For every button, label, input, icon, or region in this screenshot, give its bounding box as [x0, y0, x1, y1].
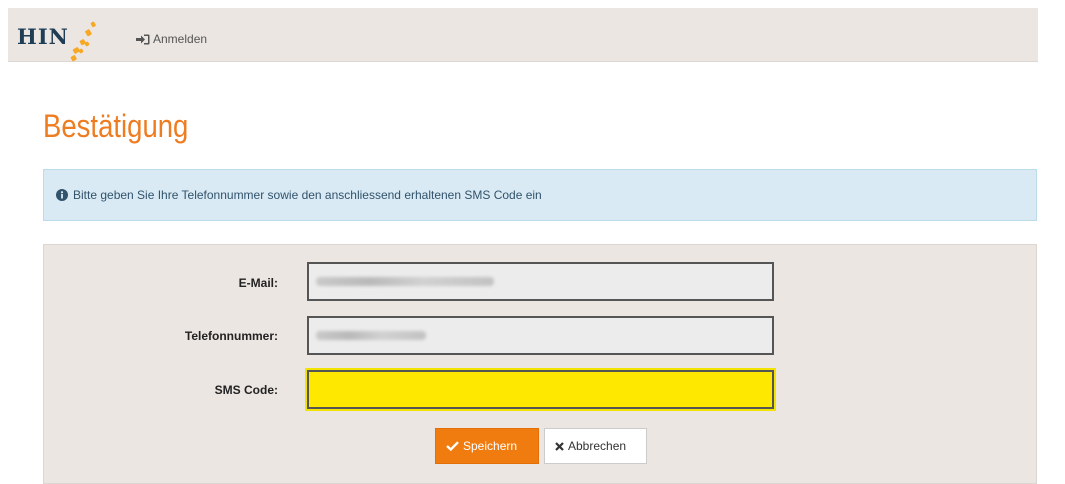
hin-logo[interactable]: HIN [17, 18, 112, 62]
login-link[interactable]: Anmelden [136, 32, 207, 46]
info-circle-icon [56, 189, 68, 201]
sms-code-label: SMS Code: [214, 383, 278, 397]
logo-text: HIN [17, 24, 69, 49]
sms-code-field[interactable] [307, 370, 774, 409]
page-title: Bestätigung [43, 108, 189, 144]
email-label: E-Mail: [238, 276, 278, 290]
phone-label: Telefonnummer: [184, 329, 278, 343]
confirmation-form: E-Mail: Telefonnummer: SMS Code: Speiche… [43, 244, 1037, 484]
check-icon [446, 441, 459, 451]
info-message: Bitte geben Sie Ihre Telefonnummer sowie… [73, 188, 542, 202]
sign-in-icon [136, 34, 150, 44]
cancel-button[interactable]: Abbrechen [544, 428, 647, 464]
save-button[interactable]: Speichern [435, 428, 539, 464]
email-redacted-value [316, 277, 494, 286]
cancel-label: Abbrechen [568, 439, 627, 453]
logo-mark-icon [70, 21, 96, 62]
info-alert: Bitte geben Sie Ihre Telefonnummer sowie… [43, 169, 1037, 221]
save-label: Speichern [463, 439, 518, 453]
login-label: Anmelden [153, 32, 208, 46]
top-navbar: HIN Anmelden [8, 8, 1038, 62]
phone-redacted-value [316, 331, 426, 340]
times-icon [555, 441, 564, 451]
